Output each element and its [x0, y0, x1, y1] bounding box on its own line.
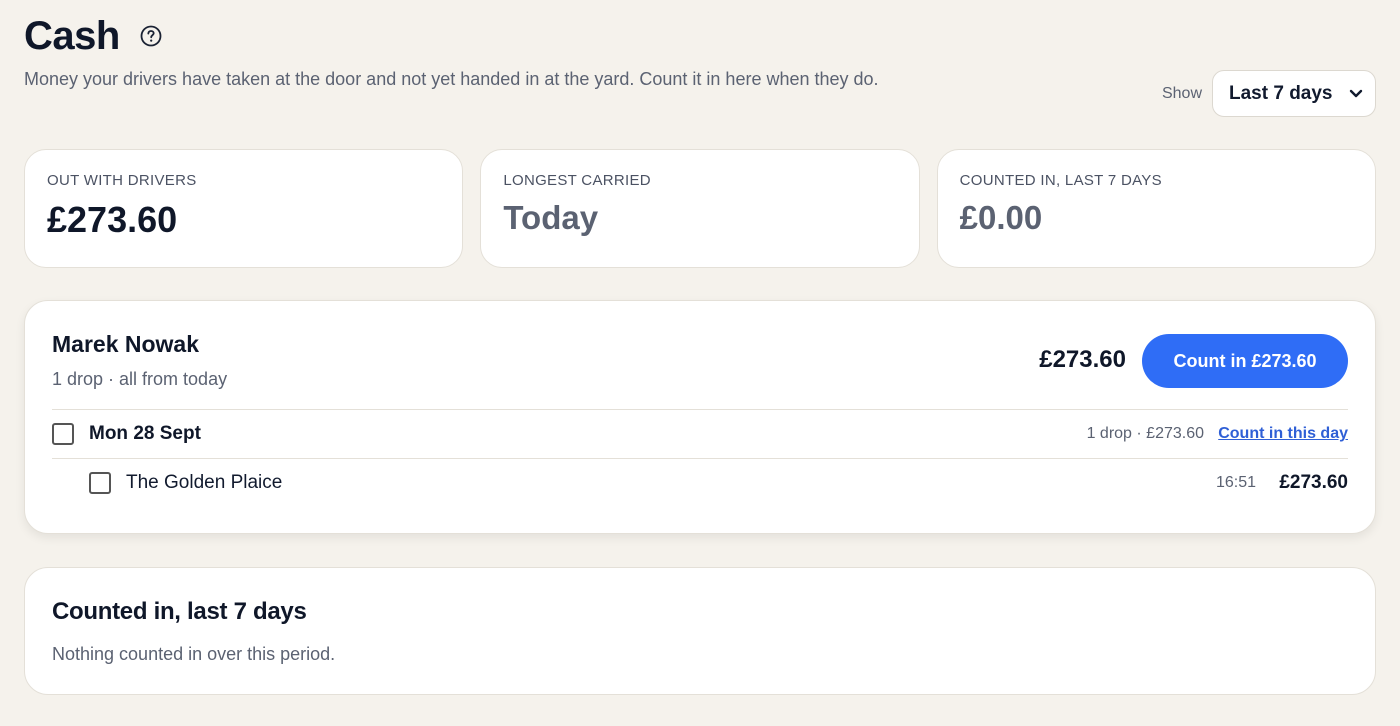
driver-summary: 1 drop · all from today: [52, 369, 228, 389]
stat-out-with-drivers: OUT WITH DRIVERS £273.60: [24, 149, 464, 268]
period-select[interactable]: Last 7 days: [1212, 70, 1376, 117]
day-summary: 1 drop · £273.60: [1086, 425, 1204, 442]
help-circle-icon[interactable]: [140, 25, 162, 47]
driver-card: Marek Nowak 1 drop · all from today £273…: [24, 300, 1376, 534]
stat-label: LONGEST CARRIED: [503, 172, 651, 189]
counted-in-empty-message: Nothing counted in over this period.: [52, 644, 336, 664]
drop-time: 16:51: [1215, 474, 1256, 491]
title-row: Cash: [24, 14, 1376, 58]
drop-checkbox[interactable]: [89, 472, 111, 494]
stat-value: £273.60: [47, 199, 178, 240]
stat-longest-carried: LONGEST CARRIED Today: [480, 149, 920, 268]
counted-in-card: Counted in, last 7 days Nothing counted …: [24, 567, 1376, 695]
drop-name: The Golden Plaice: [126, 472, 283, 493]
day-row: Mon 28 Sept 1 drop · £273.60 Count in th…: [52, 410, 1348, 459]
stat-value: £0.00: [959, 199, 1043, 236]
drop-amount: £273.60: [1279, 472, 1348, 493]
stat-label: COUNTED IN, LAST 7 DAYS: [959, 172, 1162, 189]
count-in-day-link[interactable]: Count in this day: [1218, 425, 1348, 443]
page-header: Cash Money your drivers have taken at th…: [24, 14, 1376, 117]
chevron-down-icon: [1349, 83, 1363, 105]
period-select-value: Last 7 days: [1229, 82, 1333, 104]
period-filter-label: Show: [1161, 84, 1202, 102]
count-in-all-button[interactable]: Count in £273.60: [1142, 334, 1348, 388]
page-description: Money your drivers have taken at the doo…: [24, 69, 879, 89]
period-filter: Show Last 7 days: [1162, 70, 1376, 117]
driver-header: Marek Nowak 1 drop · all from today £273…: [52, 301, 1348, 410]
stat-label: OUT WITH DRIVERS: [47, 172, 197, 189]
page-title: Cash: [24, 13, 120, 58]
counted-in-title: Counted in, last 7 days: [52, 598, 307, 625]
drop-row: The Golden Plaice 16:51 £273.60: [52, 459, 1348, 507]
day-checkbox[interactable]: [52, 423, 74, 445]
stat-value: Today: [503, 199, 599, 236]
driver-total: £273.60: [1039, 346, 1126, 373]
summary-stats: OUT WITH DRIVERS £273.60 LONGEST CARRIED…: [24, 149, 1376, 268]
stat-counted-in: COUNTED IN, LAST 7 DAYS £0.00: [936, 149, 1376, 268]
day-label: Mon 28 Sept: [89, 423, 201, 444]
driver-name: Marek Nowak: [52, 331, 200, 357]
